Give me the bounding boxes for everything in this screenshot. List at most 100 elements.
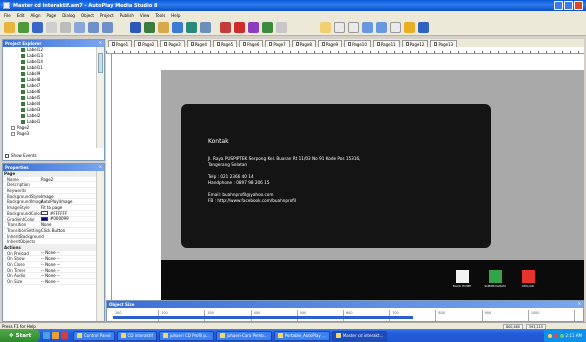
object-button-icon[interactable] [130, 21, 141, 33]
object-web-icon[interactable] [220, 21, 231, 33]
handphone-line[interactable]: Handphone : 0897 98 206 15 [208, 180, 270, 185]
tab-page13[interactable]: Page13 [430, 40, 458, 47]
taskbar-button[interactable]: juhaeri CD Profil p... [158, 330, 214, 341]
property-value[interactable] [41, 188, 96, 193]
email-line[interactable]: Email: buahnprofil@yahoo.com [208, 192, 273, 197]
menu-help[interactable]: Help [171, 13, 180, 18]
property-value[interactable] [41, 234, 96, 239]
property-value[interactable]: -- None -- [41, 268, 96, 273]
window-titlebar[interactable]: Master cd interaktif.am7 - AutoPlay Medi… [0, 0, 586, 11]
save-icon[interactable] [32, 21, 43, 33]
property-value[interactable] [41, 239, 96, 244]
copy-icon[interactable] [60, 21, 71, 33]
menu-object[interactable]: Object [81, 13, 94, 18]
taskbar-button[interactable]: CD interaktif [116, 330, 157, 341]
preview-icon[interactable] [320, 21, 331, 33]
close-panel-icon[interactable]: ✕ [578, 301, 581, 306]
menu-publish[interactable]: Publish [120, 13, 134, 18]
property-value[interactable]: Image [41, 194, 96, 199]
tree-page[interactable]: Page3 [11, 131, 96, 137]
tab-page11[interactable]: Page11 [372, 40, 400, 47]
tray-icon[interactable] [559, 333, 564, 338]
taskbar-button[interactable]: juhaeri-Cara Pemb... [215, 330, 272, 341]
close-panel-icon[interactable]: ✕ [99, 164, 102, 169]
build-icon[interactable] [362, 21, 373, 33]
object-flash-icon[interactable] [186, 21, 197, 33]
cut-icon[interactable] [46, 21, 57, 33]
clock[interactable]: 2:11 AM [566, 333, 582, 338]
menu-page[interactable]: Page [47, 13, 57, 18]
property-value[interactable]: -- None -- [41, 262, 96, 267]
tab-page12[interactable]: Page12 [401, 40, 429, 47]
show-events-checkbox[interactable]: Show Events [5, 153, 37, 158]
object-paragraph-icon[interactable] [158, 21, 169, 33]
menu-dialog[interactable]: Dialog [62, 13, 75, 18]
object-input-icon[interactable] [234, 21, 245, 33]
tab-page9[interactable]: Page9 [317, 40, 343, 47]
tray-icon[interactable] [547, 333, 552, 338]
close-button[interactable] [574, 1, 583, 10]
menu-tools[interactable]: Tools [155, 13, 165, 18]
menu-file[interactable]: File [4, 13, 11, 18]
object-combobox-icon[interactable] [262, 21, 273, 33]
start-button[interactable]: ❖ Start [0, 329, 40, 342]
color-swatch[interactable] [41, 211, 48, 216]
project-settings-icon[interactable] [348, 21, 359, 33]
exit-button[interactable]: KELUAR [519, 270, 537, 292]
address-line-2[interactable]: Tangerang Selatan [208, 162, 247, 167]
redo-icon[interactable] [102, 21, 113, 33]
minimize-button[interactable] [554, 1, 563, 10]
property-value[interactable]: -- None -- [41, 256, 96, 261]
expand-icon[interactable] [11, 132, 15, 136]
property-value[interactable]: Page2 [41, 177, 96, 182]
property-value[interactable] [41, 182, 96, 187]
tab-page10[interactable]: Page10 [344, 40, 371, 47]
property-value[interactable]: Click Button [41, 228, 96, 233]
object-video-icon[interactable] [200, 21, 211, 33]
properties-scrollbar[interactable] [96, 171, 104, 321]
tab-page4[interactable]: Page4 [186, 40, 211, 47]
phone-line[interactable]: Telp : 021 2366 40 14 [208, 174, 254, 179]
contact-card[interactable]: Kontak Jl. Raya PUSPIPTEK Serpong Kel. B… [181, 104, 491, 248]
property-value[interactable]: #FFFFFF [41, 211, 96, 216]
taskbar-button[interactable]: Master cd interakt... [331, 330, 388, 341]
menu-project[interactable]: Project [100, 13, 114, 18]
taskbar-button[interactable]: Control Panel [73, 330, 115, 341]
tab-page6[interactable]: Page6 [239, 40, 264, 47]
maximize-button[interactable] [564, 1, 573, 10]
property-value[interactable]: Fit to page [41, 205, 96, 210]
property-value[interactable]: #000099 [41, 216, 96, 221]
media-icon[interactable] [61, 332, 68, 339]
home-button[interactable]: BACK HOME [453, 270, 471, 292]
tab-page7[interactable]: Page7 [265, 40, 290, 47]
object-label-icon[interactable] [144, 21, 155, 33]
close-panel-icon[interactable]: ✕ [99, 40, 102, 45]
property-value[interactable]: -- None -- [41, 273, 96, 278]
facebook-line[interactable]: FB : http://www.facebook.com/buahnprofil [208, 198, 296, 203]
tab-page8[interactable]: Page8 [291, 40, 316, 47]
address-line-1[interactable]: Jl. Raya PUSPIPTEK Serpong Kel. Buaran R… [208, 156, 361, 161]
object-image-icon[interactable] [172, 21, 183, 33]
scroll-thumb[interactable] [98, 53, 103, 73]
page-canvas[interactable]: Kontak Jl. Raya PUSPIPTEK Serpong Kel. B… [161, 70, 584, 300]
tray-icon[interactable] [553, 333, 558, 338]
menu-align[interactable]: Align [30, 13, 40, 18]
property-value[interactable]: None [41, 222, 96, 227]
menu-edit[interactable]: Edit [17, 13, 25, 18]
checkbox-icon[interactable] [5, 153, 9, 158]
expand-icon[interactable] [11, 126, 15, 130]
show-desktop-icon[interactable] [43, 332, 50, 339]
help-icon[interactable] [418, 21, 429, 33]
tab-page2[interactable]: Page2 [134, 40, 159, 47]
subprogram-button[interactable]: SUBPROGRAM [484, 270, 506, 292]
size-timeline[interactable]: 100 200 300 400 500 600 700 800 900 1000 [113, 310, 576, 321]
resources-icon[interactable] [390, 21, 401, 33]
property-row[interactable]: On Size -- None -- [3, 279, 96, 285]
undo-icon[interactable] [88, 21, 99, 33]
browser-icon[interactable] [52, 332, 59, 339]
tab-page1[interactable]: Page1 [108, 40, 133, 47]
new-project-icon[interactable] [4, 21, 15, 33]
taskbar-button[interactable]: Portable_AutoPlay ... [273, 330, 330, 341]
tab-page3[interactable]: Page3 [160, 40, 185, 47]
contact-heading[interactable]: Kontak [208, 138, 229, 145]
